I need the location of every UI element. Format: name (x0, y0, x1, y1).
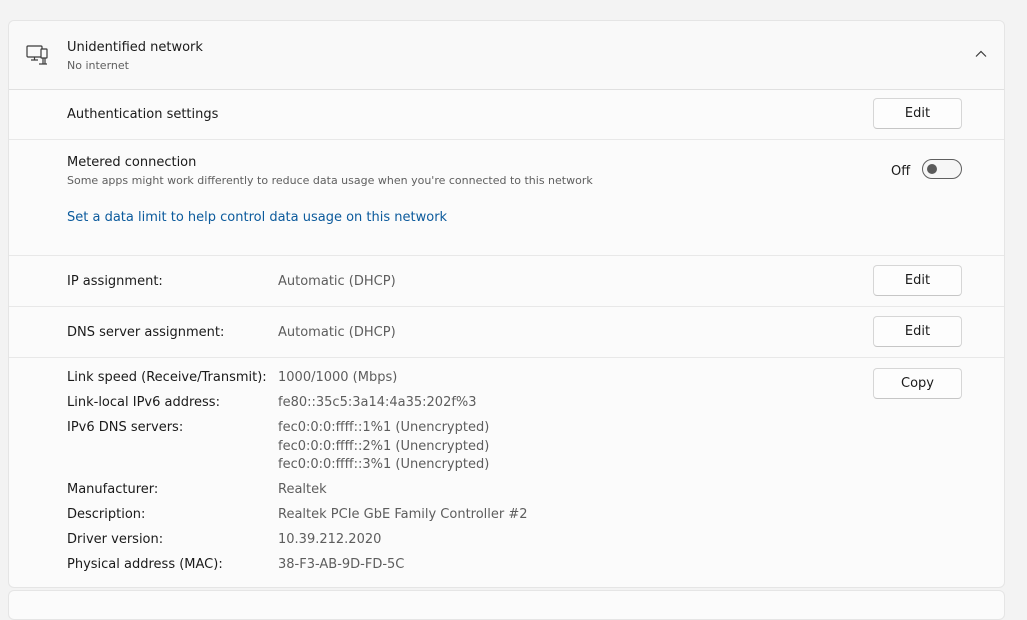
network-properties-card: Unidentified network No internet Authent… (8, 20, 1005, 588)
mac-address-label: Physical address (MAC): (67, 557, 223, 572)
metered-connection-toggle[interactable] (922, 159, 962, 179)
toggle-knob (927, 164, 937, 174)
ipv6-dns-servers-label: IPv6 DNS servers: (67, 420, 184, 435)
metered-connection-label: Metered connection (67, 155, 197, 170)
dns-assignment-value: Automatic (DHCP) (278, 325, 396, 340)
link-local-ipv6-label: Link-local IPv6 address: (67, 395, 220, 410)
dns-assignment-edit-button[interactable]: Edit (873, 316, 962, 347)
copy-button[interactable]: Copy (873, 368, 962, 399)
dns-assignment-row: DNS server assignment: Automatic (DHCP) … (9, 307, 1004, 358)
metered-connection-row: Metered connection Some apps might work … (9, 140, 1004, 256)
authentication-settings-label: Authentication settings (67, 107, 219, 122)
driver-version-value: 10.39.212.2020 (278, 532, 382, 547)
ipv6-dns-server-3: fec0:0:0:ffff::3%1 (Unencrypted) (278, 457, 490, 472)
description-value: Realtek PCIe GbE Family Controller #2 (278, 507, 528, 522)
link-local-ipv6-value: fe80::35c5:3a14:4a35:202f%3 (278, 395, 477, 410)
ip-assignment-value: Automatic (DHCP) (278, 274, 396, 289)
data-limit-link[interactable]: Set a data limit to help control data us… (67, 210, 447, 225)
ipv6-dns-server-2: fec0:0:0:ffff::2%1 (Unencrypted) (278, 439, 490, 454)
metered-toggle-state: Off (891, 164, 911, 179)
link-speed-value: 1000/1000 (Mbps) (278, 370, 398, 385)
link-speed-label: Link speed (Receive/Transmit): (67, 370, 267, 385)
manufacturer-label: Manufacturer: (67, 482, 159, 497)
manufacturer-value: Realtek (278, 482, 327, 497)
network-header[interactable]: Unidentified network No internet (9, 21, 1004, 90)
description-label: Description: (67, 507, 146, 522)
authentication-edit-button[interactable]: Edit (873, 98, 962, 129)
driver-version-label: Driver version: (67, 532, 164, 547)
chevron-up-icon[interactable] (972, 45, 990, 63)
metered-connection-description: Some apps might work differently to redu… (67, 174, 593, 187)
ip-assignment-label: IP assignment: (67, 274, 163, 289)
network-status: No internet (67, 59, 129, 72)
ip-assignment-row: IP assignment: Automatic (DHCP) Edit (9, 256, 1004, 307)
ip-assignment-edit-button[interactable]: Edit (873, 265, 962, 296)
network-name: Unidentified network (67, 40, 203, 55)
mac-address-value: 38-F3-AB-9D-FD-5C (278, 557, 405, 572)
authentication-settings-row: Authentication settings Edit (9, 89, 1004, 140)
wired-network-icon (26, 45, 48, 65)
ipv6-dns-server-1: fec0:0:0:ffff::1%1 (Unencrypted) (278, 420, 490, 435)
dns-assignment-label: DNS server assignment: (67, 325, 225, 340)
next-card (8, 590, 1005, 620)
